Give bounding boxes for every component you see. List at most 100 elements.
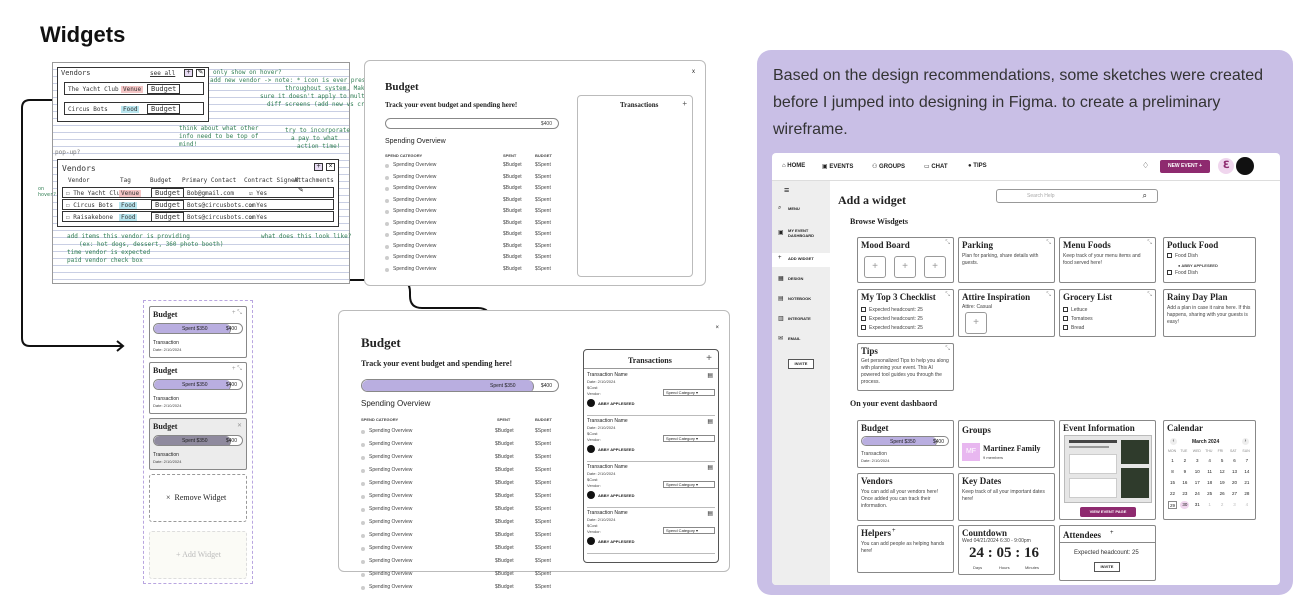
add-image-icon[interactable]: + [864, 256, 886, 278]
search-input[interactable]: Search Help ⌕ [996, 189, 1158, 203]
dash-key-dates[interactable]: Key Dates Keep track of all your importa… [958, 473, 1055, 521]
nav-tips[interactable]: ● TIPS [968, 163, 987, 169]
widget-rainy-day-plan[interactable]: Rainy Day Plan Add a plan in case it rai… [1163, 289, 1256, 337]
widget-attire-inspiration[interactable]: Attire Inspiration ⤡ Attire: Casual + [958, 289, 1055, 337]
calendar-day[interactable]: 9 [1180, 468, 1189, 476]
bell-icon[interactable]: ♢ [1142, 161, 1149, 170]
invite-button[interactable]: INVITE [1094, 562, 1120, 572]
calendar-day[interactable]: 21 [1242, 479, 1251, 487]
calendar-day[interactable]: 7 [1242, 457, 1251, 465]
calendar-day[interactable]: 3 [1193, 457, 1202, 465]
calendar-day[interactable]: 12 [1218, 468, 1227, 476]
calendar-day[interactable]: 30 [1180, 501, 1190, 509]
close-icon[interactable]: ✕ [237, 422, 242, 429]
calendar-day[interactable]: 29 [1168, 501, 1177, 509]
grocery-item[interactable]: Lettuce [1063, 307, 1087, 314]
calendar-day[interactable]: 4 [1242, 501, 1251, 509]
calendar-day[interactable]: 13 [1230, 468, 1239, 476]
checklist-item[interactable]: Expected headcount: 25 [861, 325, 923, 332]
calendar-day[interactable]: 4 [1205, 457, 1214, 465]
receipt-icon[interactable]: ▤ [707, 464, 713, 471]
calendar-day[interactable]: 31 [1193, 501, 1202, 509]
calendar-day[interactable]: 20 [1230, 479, 1239, 487]
sidebar-item[interactable]: ✉ EMAIL [772, 333, 830, 347]
expand-icon[interactable]: ⤡ [1147, 292, 1152, 299]
dash-calendar[interactable]: Calendar ‹ March 2024 › MON TUE WED THU FRI S… [1163, 420, 1256, 520]
spend-category-select[interactable]: Spend Category ▾ [663, 435, 715, 442]
receipt-icon[interactable]: ▤ [707, 418, 713, 425]
calendar-day[interactable]: 10 [1193, 468, 1202, 476]
transaction-item[interactable]: Transaction Name ▤ Date: 2/10/2024 $Cost… [587, 464, 715, 508]
dash-event-information[interactable]: Event Information VIEW EVENT PAGE [1059, 420, 1156, 520]
nav-events[interactable]: ▣ EVENTS [822, 163, 853, 170]
receipt-icon[interactable]: ▤ [707, 372, 713, 379]
hamburger-icon[interactable]: ≡ [784, 185, 789, 195]
calendar-day[interactable]: 22 [1168, 490, 1177, 498]
prev-month-icon[interactable]: ‹ [1170, 438, 1177, 445]
add-widget-button[interactable]: + Add Widget [149, 531, 247, 579]
calendar-day[interactable]: 11 [1205, 468, 1214, 476]
widget-potluck-food[interactable]: Potluck Food Food Dish ● ABBY APPLESEED … [1163, 237, 1256, 283]
checklist-item[interactable]: Expected headcount: 25 [861, 307, 923, 314]
calendar-day[interactable]: 2 [1180, 457, 1189, 465]
calendar-day[interactable]: 14 [1242, 468, 1251, 476]
grocery-item[interactable]: Tomatoes [1063, 316, 1093, 323]
spend-category-select[interactable]: Spend Category ▾ [663, 389, 715, 396]
add-icon[interactable]: + [892, 528, 896, 534]
expand-icon[interactable]: ⤡ [1147, 240, 1152, 247]
calendar-day[interactable]: 8 [1168, 468, 1177, 476]
widget-parking[interactable]: Parking ⤡ Plan for parking, share detail… [958, 237, 1055, 283]
potluck-item[interactable]: Food Dish [1167, 253, 1198, 260]
transaction-item[interactable]: Transaction Name ▤ Date: 2/10/2024 $Cost… [587, 418, 715, 462]
budget-card[interactable]: Budget + ⤡ Spent $350 $400 Transaction D… [149, 306, 247, 358]
calendar-day[interactable]: 15 [1168, 479, 1177, 487]
add-image-icon[interactable]: + [965, 312, 987, 334]
sidebar-item[interactable]: + ADD WIDGET [772, 253, 830, 267]
view-event-page-button[interactable]: VIEW EVENT PAGE [1080, 507, 1136, 517]
expand-icon[interactable]: ⤡ [1046, 292, 1051, 299]
calendar-day[interactable]: 16 [1180, 479, 1189, 487]
nav-chat[interactable]: ▭ CHAT [924, 163, 948, 170]
dash-groups[interactable]: Groups MF Martinez Family 9 members [958, 420, 1055, 468]
remove-widget-button[interactable]: × Remove Widget [149, 474, 247, 522]
widget-menu-foods[interactable]: Menu Foods ⤡ Keep track of your menu ite… [1059, 237, 1156, 283]
add-icon[interactable]: + [682, 99, 687, 108]
dash-helpers[interactable]: Helpers + You can add people as helping … [857, 525, 954, 573]
checklist-item[interactable]: Expected headcount: 25 [861, 316, 923, 323]
calendar-day[interactable]: 2 [1218, 501, 1227, 509]
new-event-button[interactable]: NEW EVENT + [1160, 160, 1210, 173]
widget-grocery-list[interactable]: Grocery List ⤡ Lettuce Tomatoes Bread [1059, 289, 1156, 337]
sidebar-item[interactable]: ▤ NOTEBOOK [772, 293, 830, 307]
sidebar-item[interactable]: ▦ DESIGN [772, 273, 830, 287]
spend-category-select[interactable]: Spend Category ▾ [663, 481, 715, 488]
add-icon[interactable]: + [1110, 530, 1114, 536]
widget-mood-board[interactable]: Mood Board ⤡ + + + [857, 237, 954, 283]
calendar-day[interactable]: 25 [1205, 490, 1214, 498]
expand-icon[interactable]: ⤡ [945, 346, 950, 353]
spend-category-select[interactable]: Spend Category ▾ [663, 527, 715, 534]
expand-icon[interactable]: ⤡ [945, 292, 950, 299]
calendar-day[interactable]: 17 [1193, 479, 1202, 487]
close-icon[interactable]: × [715, 325, 719, 331]
budget-card[interactable]: Budget ✕ Spent $350 $400 Transaction Dat… [149, 418, 247, 470]
nav-home[interactable]: ⌂ HOME [782, 163, 805, 169]
sidebar-item[interactable]: ▣ MY EVENT DASHBOARD [772, 227, 830, 247]
expand-icon[interactable]: ⤡ [1046, 240, 1051, 247]
expand-icon[interactable]: ⤡ [945, 240, 950, 247]
sidebar-item[interactable]: ▥ INTEGRATE [772, 313, 830, 327]
calendar-day[interactable]: 3 [1230, 501, 1239, 509]
add-icon[interactable]: + [706, 353, 712, 364]
calendar-day[interactable]: 28 [1242, 490, 1251, 498]
invite-button[interactable]: INVITE [788, 359, 814, 369]
calendar-day[interactable]: 27 [1230, 490, 1239, 498]
grocery-item[interactable]: Bread [1063, 325, 1084, 332]
calendar-day[interactable]: 26 [1218, 490, 1227, 498]
calendar-day[interactable]: 6 [1230, 457, 1239, 465]
transaction-item[interactable]: Transaction Name ▤ Date: 2/10/2024 $Cost… [587, 510, 715, 554]
add-image-icon[interactable]: + [924, 256, 946, 278]
search-icon[interactable]: ⌕ [1143, 191, 1147, 201]
widget-tips[interactable]: Tips ⤡ Get personalized Tips to help you… [857, 343, 954, 391]
dash-attendees[interactable]: Attendees + Expected headcount: 25 INVIT… [1059, 525, 1156, 581]
expand-icon[interactable]: + ⤡ [232, 310, 242, 317]
widget-top3-checklist[interactable]: My Top 3 Checklist ⤡ Expected headcount:… [857, 289, 954, 337]
